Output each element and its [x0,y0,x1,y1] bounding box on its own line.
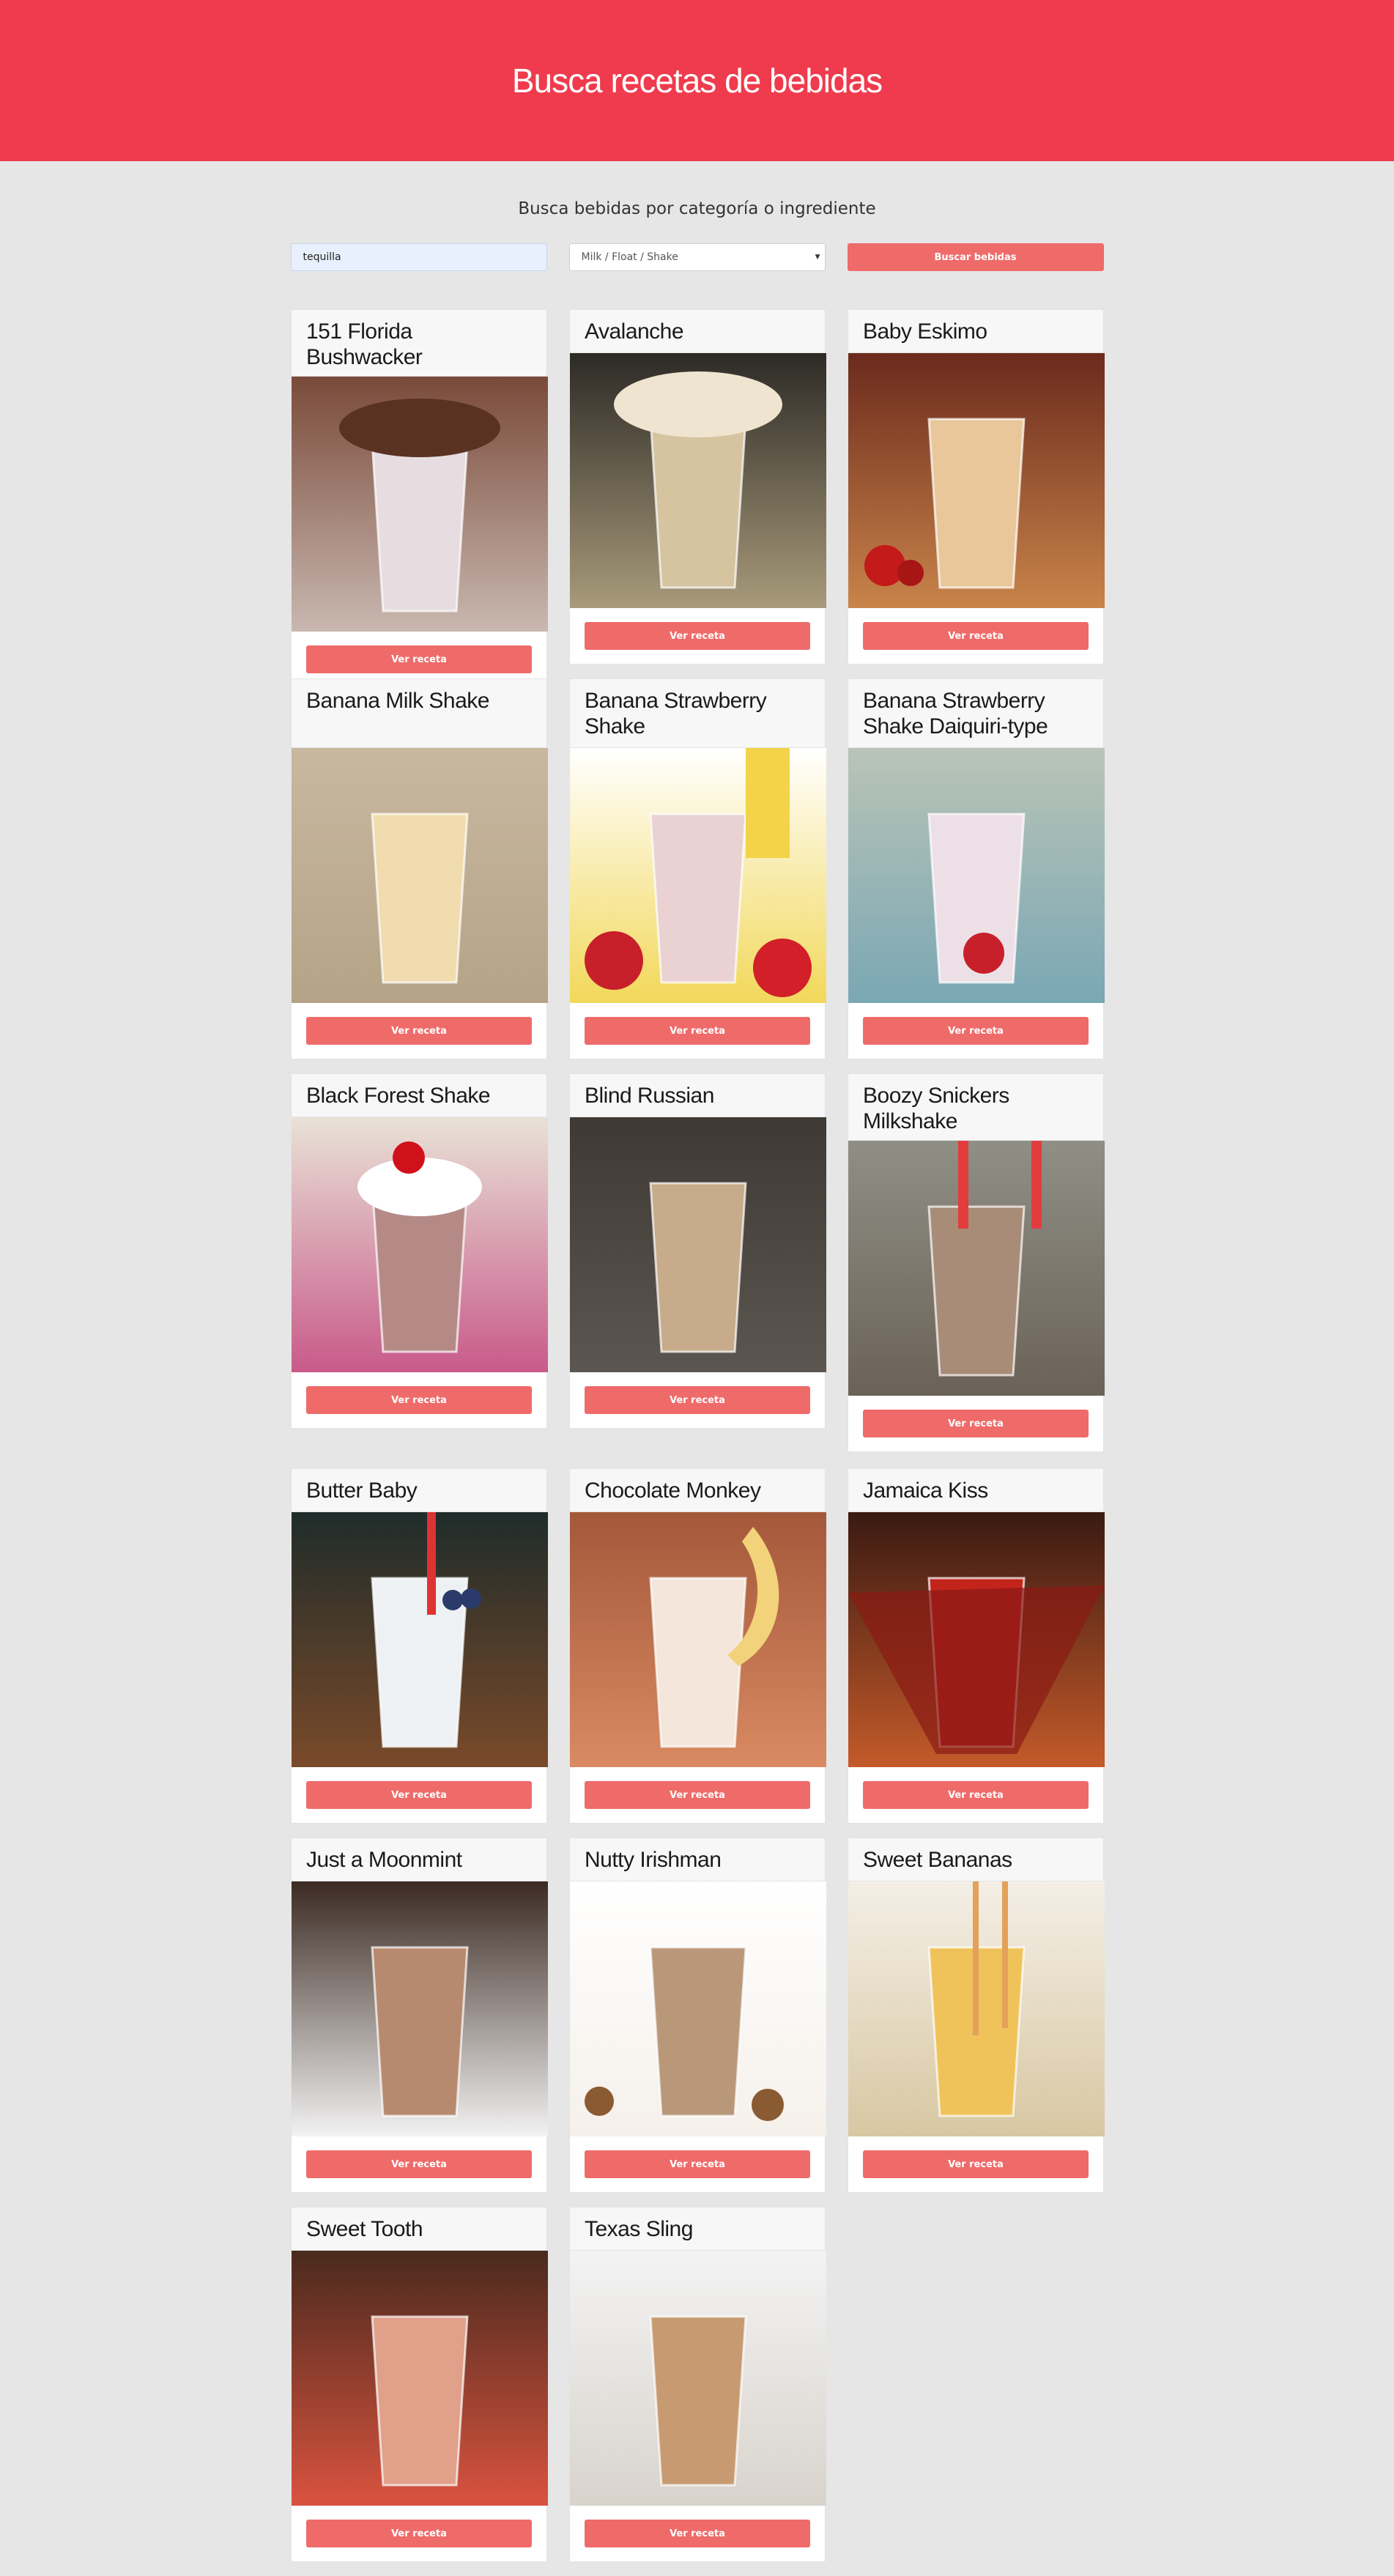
view-recipe-button[interactable]: Ver receta [863,2150,1089,2178]
view-recipe-button[interactable]: Ver receta [306,645,532,673]
view-recipe-button[interactable]: Ver receta [306,1386,532,1414]
drink-card: Banana Strawberry Shake Ver receta [569,678,826,1059]
drink-card: Avalanche Ver receta [569,309,826,665]
card-footer: Ver receta [570,1372,825,1428]
drink-photo [292,1117,548,1372]
drink-card: Texas Sling Ver receta [569,2207,826,2562]
drink-photo [848,1881,1105,2136]
view-recipe-button[interactable]: Ver receta [863,1017,1089,1045]
view-recipe-button[interactable]: Ver receta [585,1017,810,1045]
card-footer: Ver receta [848,1396,1103,1451]
drink-photo [570,1512,826,1767]
drink-card: Black Forest Shake Ver receta [291,1073,548,1429]
drink-card: Butter Baby Ver receta [291,1468,548,1824]
drink-title: Butter Baby [292,1469,546,1512]
view-recipe-button[interactable]: Ver receta [585,1386,810,1414]
card-footer: Ver receta [570,1003,825,1059]
drink-title: 151 Florida Bushwacker [292,310,546,377]
card-footer: Ver receta [848,1003,1103,1059]
drink-title: Boozy Snickers Milkshake [848,1074,1103,1141]
drink-photo [848,748,1105,1003]
view-recipe-button[interactable]: Ver receta [585,2150,810,2178]
drink-card: Just a Moonmint Ver receta [291,1837,548,2193]
view-recipe-button[interactable]: Ver receta [863,1410,1089,1437]
drink-title: Sweet Bananas [848,1838,1103,1881]
drinks-grid: 151 Florida Bushwacker Ver receta Avalanc… [0,0,1394,2576]
view-recipe-button[interactable]: Ver receta [306,1017,532,1045]
card-footer: Ver receta [292,1767,546,1823]
drink-title: Nutty Irishman [570,1838,825,1881]
drink-photo [292,1512,548,1767]
drink-photo [292,748,548,1003]
card-footer: Ver receta [570,608,825,664]
view-recipe-button[interactable]: Ver receta [306,1781,532,1809]
drink-photo [292,1881,548,2136]
drink-photo [570,1117,826,1372]
drink-title: Jamaica Kiss [848,1469,1103,1512]
drink-photo [570,2251,826,2506]
drink-title: Chocolate Monkey [570,1469,825,1512]
card-footer: Ver receta [570,1767,825,1823]
card-footer: Ver receta [570,2136,825,2192]
view-recipe-button[interactable]: Ver receta [306,2150,532,2178]
card-footer: Ver receta [848,2136,1103,2192]
view-recipe-button[interactable]: Ver receta [585,2520,810,2547]
drink-title: Banana Milk Shake [292,679,546,748]
drink-photo [292,377,548,632]
drink-title: Avalanche [570,310,825,353]
view-recipe-button[interactable]: Ver receta [585,1781,810,1809]
drink-card: 151 Florida Bushwacker Ver receta [291,309,548,688]
drink-card: Banana Strawberry Shake Daiquiri-type Ve… [848,678,1105,1059]
drink-photo [848,1141,1105,1396]
card-footer: Ver receta [570,2506,825,2561]
drink-card: Banana Milk Shake Ver receta [291,678,548,1059]
card-footer: Ver receta [848,608,1103,664]
drink-card: Nutty Irishman Ver receta [569,1837,826,2193]
drink-photo [292,2251,548,2506]
drink-title: Baby Eskimo [848,310,1103,353]
drink-title: Texas Sling [570,2207,825,2251]
view-recipe-button[interactable]: Ver receta [306,2520,532,2547]
drink-title: Sweet Tooth [292,2207,546,2251]
drink-title: Just a Moonmint [292,1838,546,1881]
card-footer: Ver receta [292,1003,546,1059]
view-recipe-button[interactable]: Ver receta [863,622,1089,650]
drink-photo [570,748,826,1003]
drink-card: Chocolate Monkey Ver receta [569,1468,826,1824]
drink-title: Blind Russian [570,1074,825,1117]
card-footer: Ver receta [848,1767,1103,1823]
card-footer: Ver receta [292,2506,546,2561]
drink-card: Blind Russian Ver receta [569,1073,826,1429]
drink-photo [570,353,826,608]
drink-title: Black Forest Shake [292,1074,546,1117]
drink-card: Sweet Tooth Ver receta [291,2207,548,2562]
drink-title: Banana Strawberry Shake [570,679,825,748]
drink-photo [848,1512,1105,1767]
drink-title: Banana Strawberry Shake Daiquiri-type [848,679,1103,748]
drink-photo [848,353,1105,608]
drink-photo [570,1881,826,2136]
drink-card: Boozy Snickers Milkshake Ver receta [848,1073,1105,1452]
view-recipe-button[interactable]: Ver receta [863,1781,1089,1809]
card-footer: Ver receta [292,1372,546,1428]
card-footer: Ver receta [292,2136,546,2192]
drink-card: Sweet Bananas Ver receta [848,1837,1105,2193]
drink-card: Baby Eskimo Ver receta [848,309,1105,665]
drink-card: Jamaica Kiss Ver receta [848,1468,1105,1824]
view-recipe-button[interactable]: Ver receta [585,622,810,650]
